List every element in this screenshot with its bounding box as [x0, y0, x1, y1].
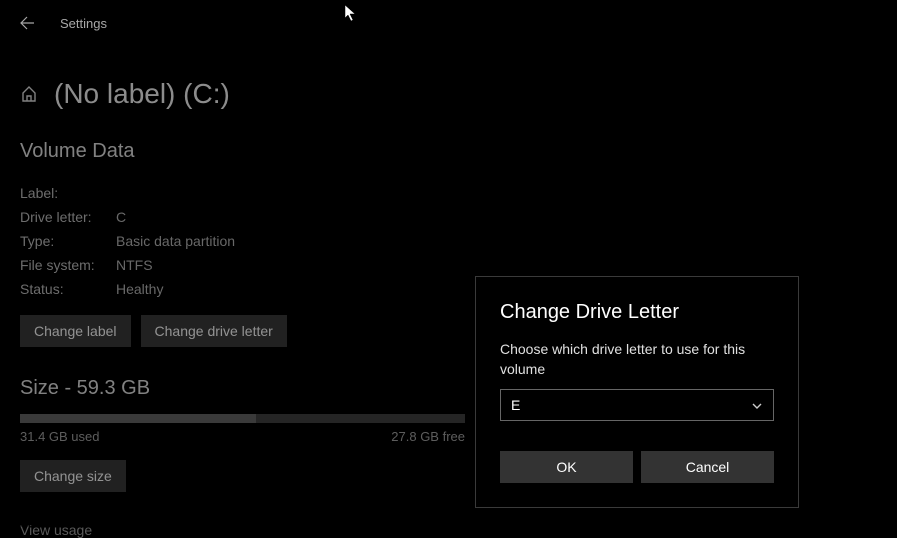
back-button[interactable] — [18, 14, 36, 32]
view-usage-link[interactable]: View usage — [20, 522, 877, 538]
home-icon[interactable] — [20, 85, 38, 103]
file-system-value: NTFS — [116, 257, 877, 273]
ok-button[interactable]: OK — [500, 451, 633, 483]
drive-letter-selected-value: E — [511, 397, 520, 413]
label-label: Label: — [20, 185, 116, 201]
change-label-button[interactable]: Change label — [20, 315, 131, 347]
size-progress-bar — [20, 414, 465, 423]
type-value: Basic data partition — [116, 233, 877, 249]
volume-data-heading: Volume Data — [20, 140, 877, 163]
drive-letter-select[interactable]: E — [500, 389, 774, 421]
change-drive-letter-button[interactable]: Change drive letter — [141, 315, 287, 347]
change-drive-letter-dialog: Change Drive Letter Choose which drive l… — [475, 276, 799, 508]
page-title: (No label) (C:) — [54, 78, 230, 110]
type-label: Type: — [20, 233, 116, 249]
size-free: 27.8 GB free — [391, 429, 465, 444]
size-used: 31.4 GB used — [20, 429, 100, 444]
status-label: Status: — [20, 281, 116, 297]
cancel-button[interactable]: Cancel — [641, 451, 774, 483]
dialog-description: Choose which drive letter to use for thi… — [500, 340, 774, 379]
label-value — [116, 185, 877, 201]
chevron-down-icon — [751, 399, 763, 411]
drive-letter-label: Drive letter: — [20, 209, 116, 225]
file-system-label: File system: — [20, 257, 116, 273]
drive-letter-value: C — [116, 209, 877, 225]
change-size-button[interactable]: Change size — [20, 460, 126, 492]
size-progress-fill — [20, 414, 256, 423]
dialog-title: Change Drive Letter — [500, 301, 774, 324]
arrow-left-icon — [19, 15, 35, 31]
header-settings-label: Settings — [60, 16, 107, 31]
